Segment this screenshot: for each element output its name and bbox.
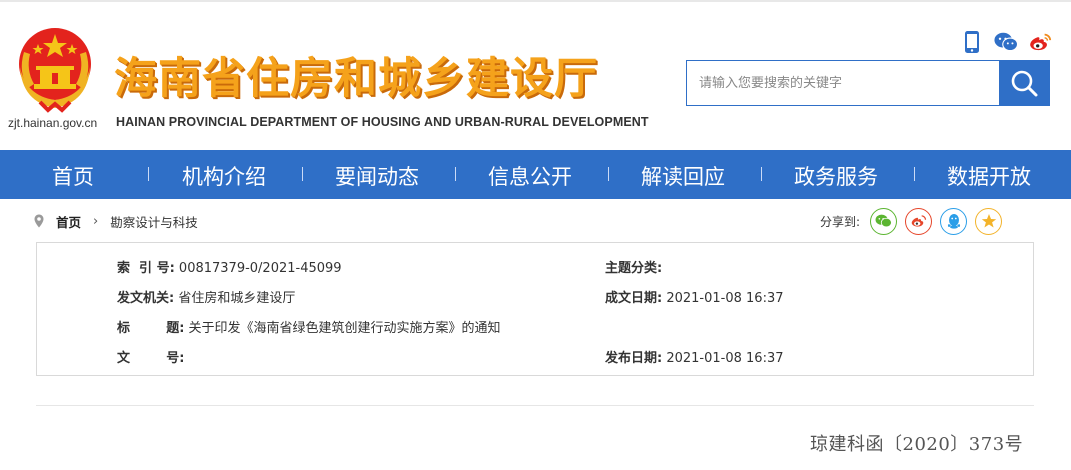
- document-info-panel: 索 引 号: 00817379-0/2021-45099 主题分类: 发文机关:…: [36, 242, 1034, 376]
- site-title[interactable]: 海南省住房和城乡建设厅: [114, 44, 598, 106]
- nav-item-disclosure[interactable]: 信息公开: [488, 161, 572, 191]
- share-qq-button[interactable]: [940, 207, 968, 235]
- share-bar: 分享到:: [820, 206, 1010, 236]
- issuer-label: 发文机关:: [117, 291, 175, 306]
- topic-label: 主题分类:: [605, 261, 663, 276]
- info-row-issuer: 发文机关: 省住房和城乡建设厅: [117, 287, 295, 306]
- content-divider: [36, 405, 1034, 406]
- created-label: 成文日期:: [605, 291, 663, 306]
- chevron-right-icon: ›: [93, 213, 99, 229]
- breadcrumb-home[interactable]: 首页: [56, 212, 81, 231]
- share-qzone-button[interactable]: [975, 207, 1003, 235]
- nav-separator: [148, 167, 149, 181]
- published-value: 2021-01-08 16:37: [666, 351, 784, 366]
- share-label: 分享到:: [820, 214, 861, 229]
- nav-item-about[interactable]: 机构介绍: [182, 161, 266, 191]
- docno-label: 文 号:: [117, 351, 185, 366]
- site-header: zjt.hainan.gov.cn 海南省住房和城乡建设厅 HAINAN PRO…: [0, 2, 1071, 150]
- wechat-icon[interactable]: [994, 29, 1018, 55]
- index-label: 索 引 号:: [117, 261, 175, 276]
- site-subtitle: HAINAN PROVINCIAL DEPARTMENT OF HOUSING …: [116, 115, 649, 129]
- info-row-topic: 主题分类:: [605, 257, 662, 276]
- site-domain: zjt.hainan.gov.cn: [8, 116, 98, 130]
- nav-separator: [761, 167, 762, 181]
- created-value: 2021-01-08 16:37: [666, 291, 784, 306]
- share-weibo-button[interactable]: [905, 207, 933, 235]
- info-row-docno: 文 号:: [117, 347, 184, 366]
- main-nav: 首页 机构介绍 要闻动态 信息公开 解读回应 政务服务 数据开放: [0, 150, 1071, 199]
- nav-separator: [455, 167, 456, 181]
- index-value: 00817379-0/2021-45099: [178, 261, 342, 276]
- search-input[interactable]: [687, 61, 999, 105]
- mobile-icon[interactable]: [960, 29, 984, 55]
- nav-item-interpretation[interactable]: 解读回应: [641, 161, 725, 191]
- published-label: 发布日期:: [605, 351, 663, 366]
- info-row-published: 发布日期: 2021-01-08 16:37: [605, 347, 784, 366]
- search-icon: [1011, 70, 1038, 97]
- nav-item-news[interactable]: 要闻动态: [335, 161, 419, 191]
- share-wechat-button[interactable]: [870, 207, 898, 235]
- nav-separator: [914, 167, 915, 181]
- breadcrumb-current[interactable]: 勘察设计与科技: [110, 212, 198, 231]
- qq-icon: [947, 214, 960, 229]
- search-box: [686, 60, 1050, 106]
- weibo-icon: [911, 215, 927, 227]
- qzone-star-icon: [981, 214, 996, 228]
- document-number: 琼建科函〔2020〕373号: [810, 434, 1024, 455]
- nav-item-open-data[interactable]: 数据开放: [947, 161, 1031, 191]
- nav-separator: [608, 167, 609, 181]
- top-icon-bar: [960, 29, 1052, 55]
- info-row-created: 成文日期: 2021-01-08 16:37: [605, 287, 784, 306]
- location-pin-icon: [34, 214, 44, 228]
- nav-separator: [302, 167, 303, 181]
- wechat-icon: [875, 214, 892, 228]
- national-emblem-icon: [10, 22, 100, 114]
- title-value: 关于印发《海南省绿色建筑创建行动实施方案》的通知: [188, 321, 501, 336]
- title-label: 标 题:: [117, 321, 185, 336]
- info-row-title: 标 题: 关于印发《海南省绿色建筑创建行动实施方案》的通知: [117, 317, 501, 336]
- search-button[interactable]: [999, 61, 1049, 105]
- info-row-index: 索 引 号: 00817379-0/2021-45099: [117, 257, 342, 276]
- nav-item-services[interactable]: 政务服务: [794, 161, 878, 191]
- nav-item-home[interactable]: 首页: [52, 161, 94, 191]
- weibo-icon[interactable]: [1028, 29, 1052, 55]
- issuer-value: 省住房和城乡建设厅: [178, 291, 296, 306]
- breadcrumb: 首页 › 勘察设计与科技: [34, 210, 198, 232]
